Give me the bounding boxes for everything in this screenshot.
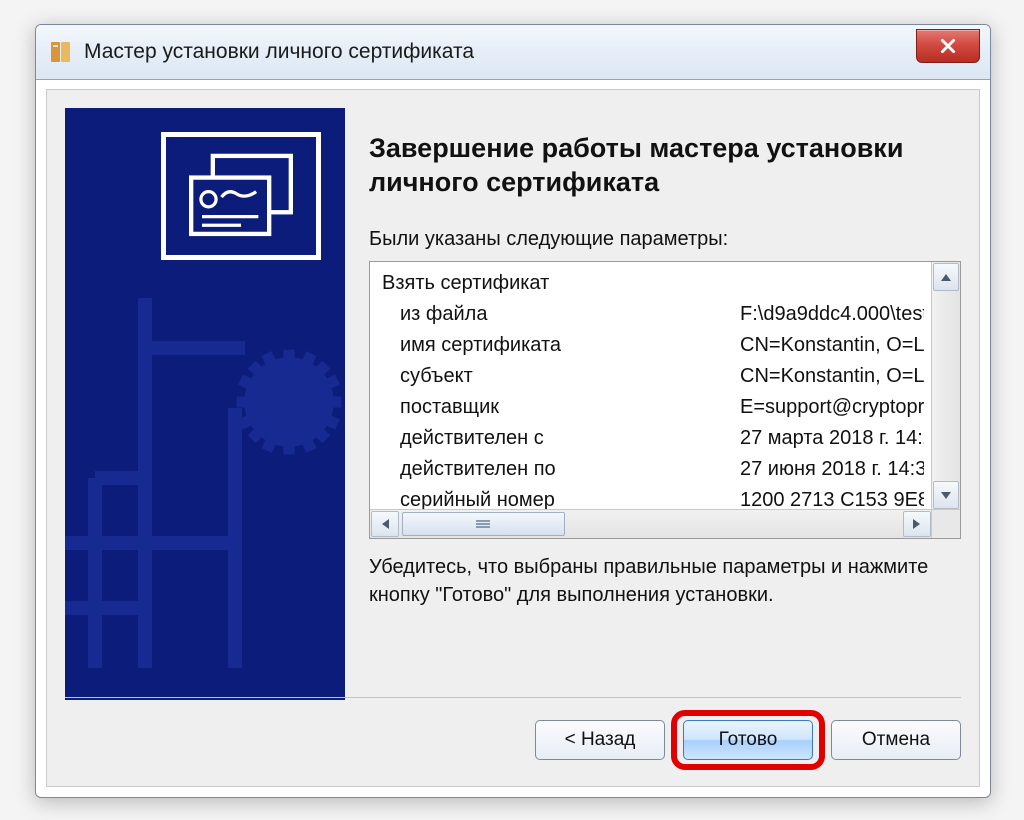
horizontal-scrollbar[interactable] [370,509,932,538]
scroll-track[interactable] [932,292,960,480]
client-area: Завершение работы мастера установки личн… [46,89,980,787]
param-label: имя сертификата [382,330,740,361]
param-value: E=support@cryptopro.ru, C [740,392,924,423]
hint-text: Убедитесь, что выбраны правильные параме… [369,553,961,609]
scroll-down-icon[interactable] [933,481,959,509]
scroll-thumb[interactable] [402,512,565,536]
param-row: из файла F:\d9a9ddc4.000\test.cer [382,299,924,330]
banner-decoration [65,108,345,668]
scroll-left-icon[interactable] [371,511,399,537]
cancel-button[interactable]: Отмена [831,720,961,760]
param-value: 27 июня 2018 г. 14:30:42 [740,454,924,485]
finish-button[interactable]: Готово [683,720,813,760]
params-header: Взять сертификат [382,268,722,299]
param-label: субъект [382,361,740,392]
vertical-scrollbar[interactable] [931,262,960,510]
param-value: F:\d9a9ddc4.000\test.cer [740,299,924,330]
param-label: поставщик [382,392,740,423]
param-row: действителен с 27 марта 2018 г. 14:20:4 [382,423,924,454]
param-value: CN=Konstantin, O=Lumpic [740,361,924,392]
scroll-corner [931,509,960,538]
side-banner [65,108,345,700]
close-button[interactable] [916,29,980,63]
page-heading: Завершение работы мастера установки личн… [369,132,961,200]
intro-text: Были указаны следующие параметры: [369,228,961,251]
param-row: действителен по 27 июня 2018 г. 14:30:42 [382,454,924,485]
parameters-list: Взять сертификат из файла F:\d9a9ddc4.00… [369,261,961,539]
scroll-track[interactable] [400,510,902,538]
main-pane: Завершение работы мастера установки личн… [369,108,961,700]
app-icon [50,40,72,64]
param-row: имя сертификата CN=Konstantin, O=Lumpic [382,330,924,361]
param-label: действителен по [382,454,740,485]
param-value: CN=Konstantin, O=Lumpic [740,330,924,361]
param-value: 27 марта 2018 г. 14:20:4 [740,423,924,454]
param-row: поставщик E=support@cryptopro.ru, C [382,392,924,423]
param-label: из файла [382,299,740,330]
back-button[interactable]: < Назад [535,720,665,760]
param-label: действителен с [382,423,740,454]
wizard-window: Мастер установки личного сертификата [35,24,991,798]
button-row: < Назад Готово Отмена [65,697,961,768]
titlebar: Мастер установки личного сертификата [36,25,990,80]
close-icon [939,37,957,55]
param-row: субъект CN=Konstantin, O=Lumpic [382,361,924,392]
scroll-up-icon[interactable] [933,263,959,291]
scroll-right-icon[interactable] [903,511,931,537]
content: Завершение работы мастера установки личн… [47,90,979,700]
window-title: Мастер установки личного сертификата [84,40,980,64]
